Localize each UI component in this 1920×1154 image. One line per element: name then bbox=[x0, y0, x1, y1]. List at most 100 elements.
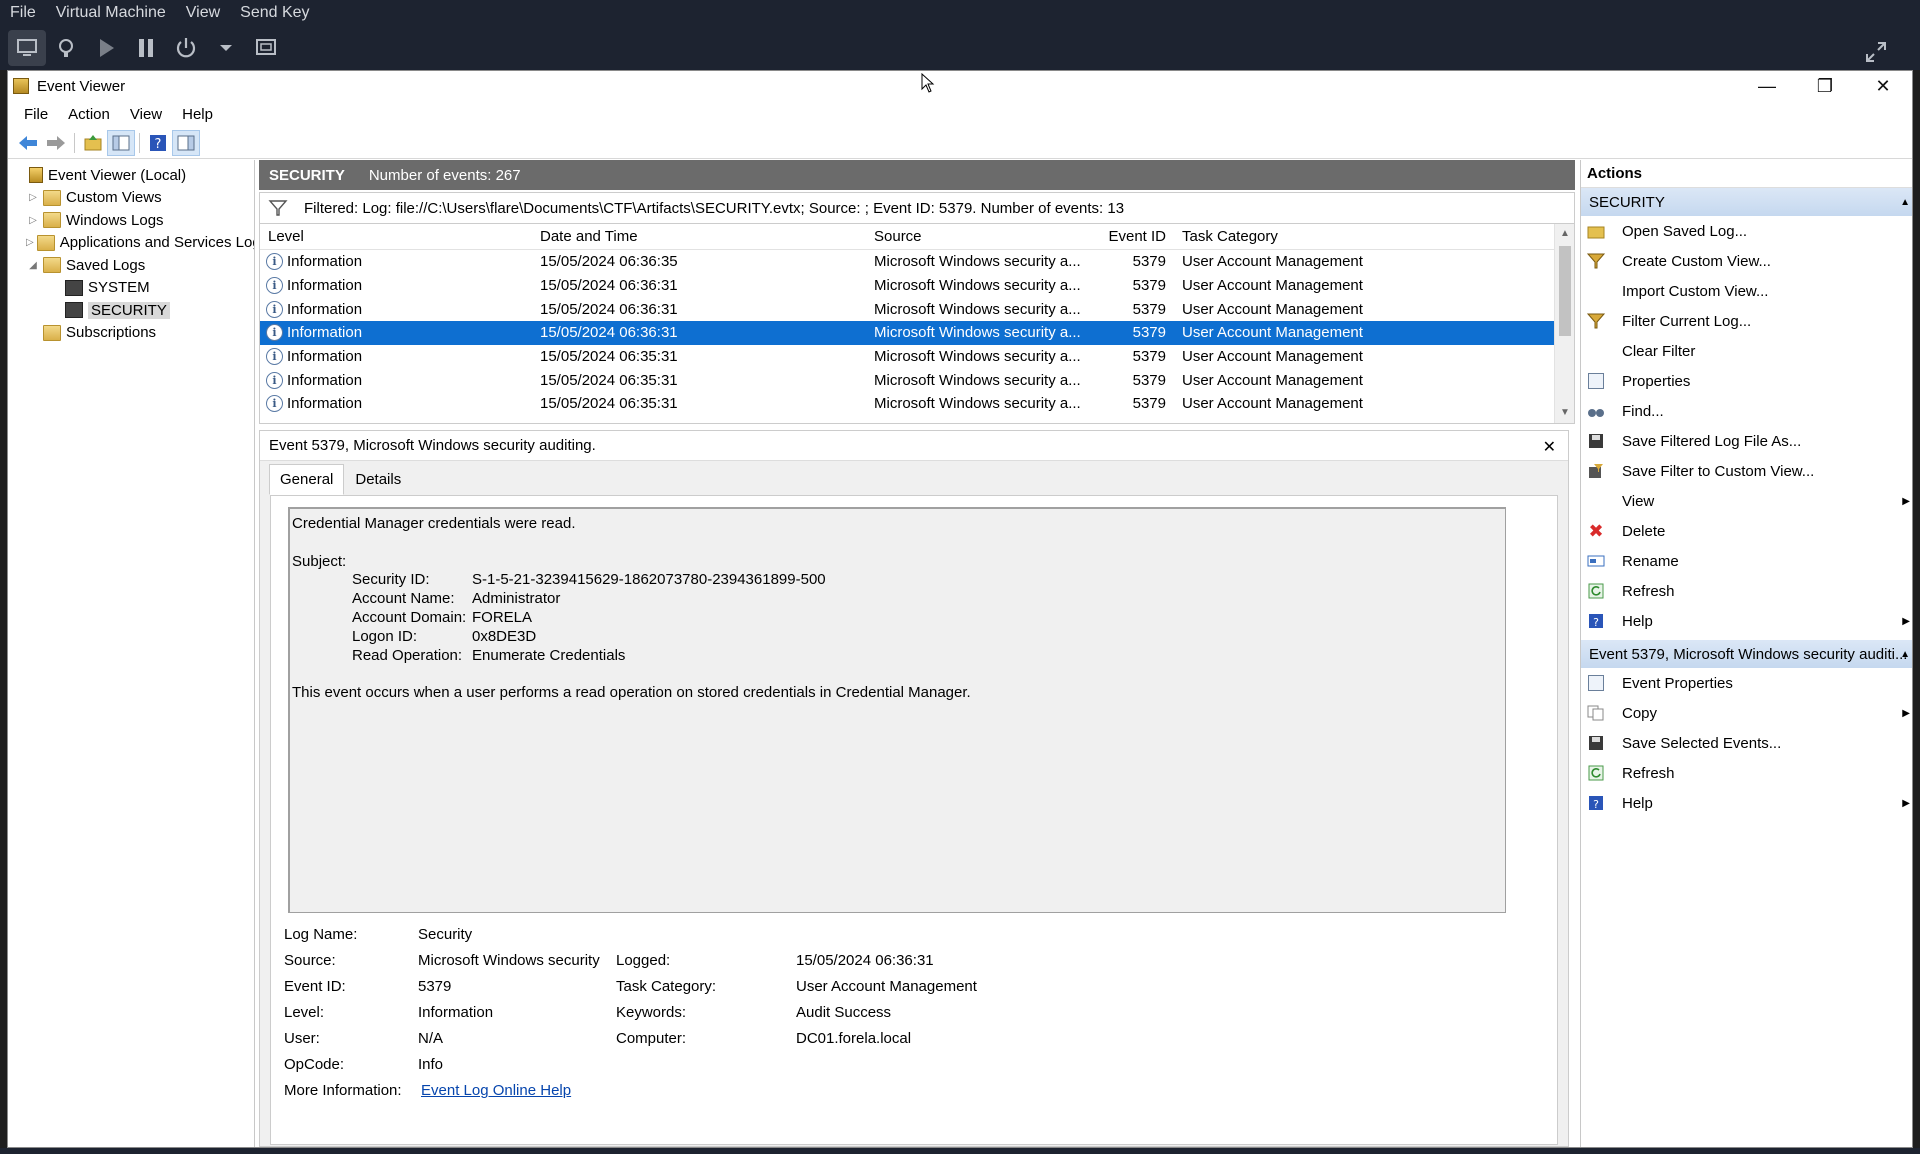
actions-section-event[interactable]: Event 5379, Microsoft Windows security a… bbox=[1581, 640, 1912, 668]
tab-details[interactable]: Details bbox=[344, 464, 412, 495]
tree-item-system[interactable]: SYSTEM bbox=[8, 277, 254, 300]
monitor-icon[interactable] bbox=[8, 30, 46, 66]
folder-up-icon[interactable] bbox=[79, 130, 107, 156]
vm-menu-view[interactable]: View bbox=[176, 4, 230, 22]
action-filter-current-log[interactable]: Filter Current Log... bbox=[1581, 306, 1912, 336]
dropdown-arrow-icon[interactable] bbox=[206, 30, 246, 66]
close-button[interactable]: ✕ bbox=[1854, 71, 1912, 101]
actions-section-security[interactable]: SECURITY ▲ bbox=[1581, 188, 1912, 216]
table-row[interactable]: i Information 15/05/2024 06:36:31 Microsoft… bbox=[260, 321, 1574, 345]
tab-general[interactable]: General bbox=[269, 464, 345, 495]
vm-menu-virtual-machine[interactable]: Virtual Machine bbox=[46, 4, 176, 22]
submenu-arrow-icon: ▶ bbox=[1902, 707, 1910, 719]
back-arrow-icon[interactable] bbox=[14, 130, 42, 156]
menu-action[interactable]: Action bbox=[58, 106, 120, 123]
window-title: Event Viewer bbox=[37, 77, 126, 95]
action-delete[interactable]: ✖ Delete bbox=[1581, 516, 1912, 546]
action-help[interactable]: ? Help ▶ bbox=[1581, 606, 1912, 636]
action-open-saved-log[interactable]: Open Saved Log... bbox=[1581, 216, 1912, 246]
vm-menubar: File Virtual Machine View Send Key bbox=[0, 0, 1920, 26]
menu-view[interactable]: View bbox=[120, 106, 172, 123]
submenu-arrow-icon: ▶ bbox=[1902, 797, 1910, 809]
information-icon: i bbox=[266, 324, 283, 342]
table-row[interactable]: i Information 15/05/2024 06:36:35 Microsoft… bbox=[260, 250, 1574, 274]
account-name: Administrator bbox=[472, 590, 561, 608]
filter-icon bbox=[1587, 312, 1605, 330]
tree-item-event-viewer-local[interactable]: Event Viewer (Local) bbox=[8, 164, 254, 187]
help-icon: ? bbox=[1587, 794, 1605, 812]
folder-icon bbox=[43, 257, 61, 274]
rename-icon bbox=[1587, 552, 1605, 570]
help-icon[interactable]: ? bbox=[144, 130, 172, 156]
event-count: Number of events: 267 bbox=[368, 166, 521, 184]
table-row[interactable]: i Information 15/05/2024 06:36:31 Microsoft… bbox=[260, 297, 1574, 321]
source-value: Microsoft Windows security a bbox=[418, 952, 603, 969]
properties-icon bbox=[1587, 372, 1605, 390]
show-hide-tree-icon[interactable] bbox=[107, 129, 135, 156]
show-hide-action-pane-icon[interactable] bbox=[172, 129, 200, 156]
account-domain: FORELA bbox=[472, 608, 533, 626]
minimize-button[interactable]: — bbox=[1738, 71, 1796, 101]
table-row[interactable]: i Information 15/05/2024 06:35:31 Microsoft… bbox=[260, 392, 1574, 416]
close-detail-icon[interactable]: ✕ bbox=[1543, 437, 1556, 457]
action-find[interactable]: Find... bbox=[1581, 396, 1912, 426]
pause-icon[interactable] bbox=[126, 30, 166, 66]
user-value: N/A bbox=[418, 1030, 444, 1047]
play-icon[interactable] bbox=[86, 30, 126, 66]
action-save-selected-events[interactable]: Save Selected Events... bbox=[1581, 728, 1912, 758]
col-source[interactable]: Source bbox=[866, 228, 1084, 245]
tree-item-custom-views[interactable]: ▷ Custom Views bbox=[8, 187, 254, 210]
action-help[interactable]: ? Help ▶ bbox=[1581, 788, 1912, 818]
title-bar: Event Viewer — ❐ ✕ bbox=[8, 71, 1912, 101]
action-create-custom-view[interactable]: Create Custom View... bbox=[1581, 246, 1912, 276]
vm-menu-file[interactable]: File bbox=[0, 4, 46, 22]
restore-button[interactable]: ❐ bbox=[1796, 71, 1854, 101]
snapshot-icon[interactable] bbox=[246, 30, 286, 66]
tree-item-applications-and-services-logs[interactable]: ▷ Applications and Services Logs bbox=[8, 232, 254, 255]
save-icon bbox=[1587, 734, 1605, 752]
action-clear-filter[interactable]: Clear Filter bbox=[1581, 336, 1912, 366]
log-name-value: Security bbox=[418, 926, 473, 943]
table-row[interactable]: i Information 15/05/2024 06:36:31 Microsoft… bbox=[260, 274, 1574, 298]
action-view[interactable]: View ▶ bbox=[1581, 486, 1912, 516]
filter-icon bbox=[1587, 252, 1605, 270]
information-icon: i bbox=[266, 395, 283, 413]
table-row[interactable]: i Information 15/05/2024 06:35:31 Microsoft… bbox=[260, 368, 1574, 392]
power-icon[interactable] bbox=[166, 30, 206, 66]
menu-file[interactable]: File bbox=[14, 106, 58, 123]
binoculars-icon bbox=[1587, 402, 1605, 420]
log-header-bar: SECURITY Number of events: 267 bbox=[259, 160, 1575, 190]
col-level[interactable]: Level bbox=[260, 228, 532, 245]
tree-item-subscriptions[interactable]: Subscriptions bbox=[8, 322, 254, 345]
col-task-category[interactable]: Task Category bbox=[1174, 228, 1404, 245]
action-copy[interactable]: Copy ▶ bbox=[1581, 698, 1912, 728]
col-date[interactable]: Date and Time bbox=[532, 228, 866, 245]
grid-scrollbar[interactable]: ▲ ▼ bbox=[1554, 224, 1574, 423]
action-import-custom-view[interactable]: Import Custom View... bbox=[1581, 276, 1912, 306]
action-properties[interactable]: Properties bbox=[1581, 366, 1912, 396]
folder-icon bbox=[43, 212, 61, 229]
tree-item-windows-logs[interactable]: ▷ Windows Logs bbox=[8, 209, 254, 232]
lightbulb-icon[interactable] bbox=[46, 30, 86, 66]
tree-item-security[interactable]: SECURITY bbox=[8, 299, 254, 322]
open-folder-icon bbox=[1587, 222, 1605, 240]
menu-help[interactable]: Help bbox=[172, 106, 223, 123]
event-viewer-app-icon bbox=[13, 78, 29, 94]
refresh-icon bbox=[1587, 582, 1605, 600]
vm-menu-send-key[interactable]: Send Key bbox=[230, 4, 319, 22]
action-refresh[interactable]: Refresh bbox=[1581, 758, 1912, 788]
forward-arrow-icon[interactable] bbox=[42, 130, 70, 156]
delete-icon: ✖ bbox=[1588, 520, 1604, 541]
action-save-filtered-log-file-as[interactable]: Save Filtered Log File As... bbox=[1581, 426, 1912, 456]
action-refresh[interactable]: Refresh bbox=[1581, 576, 1912, 606]
event-log-online-help-link[interactable]: Event Log Online Help bbox=[421, 1082, 571, 1099]
table-row[interactable]: i Information 15/05/2024 06:35:31 Microsoft… bbox=[260, 345, 1574, 369]
tree-item-saved-logs[interactable]: ◢ Saved Logs bbox=[8, 254, 254, 277]
fullscreen-icon[interactable] bbox=[1856, 34, 1896, 70]
col-event-id[interactable]: Event ID bbox=[1084, 228, 1174, 245]
svg-text:?: ? bbox=[1593, 798, 1599, 811]
action-rename[interactable]: Rename bbox=[1581, 546, 1912, 576]
action-save-filter-to-custom-view[interactable]: Save Filter to Custom View... bbox=[1581, 456, 1912, 486]
task-category-value: User Account Management bbox=[796, 978, 977, 995]
action-event-properties[interactable]: Event Properties bbox=[1581, 668, 1912, 698]
